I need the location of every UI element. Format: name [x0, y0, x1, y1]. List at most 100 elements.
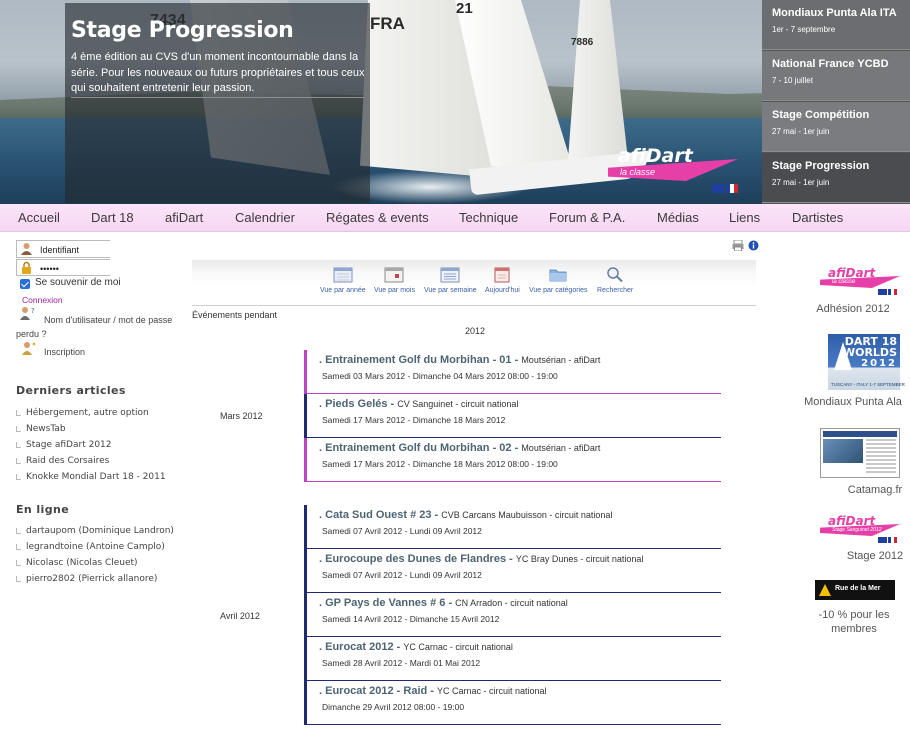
view-categories-button[interactable]: Vue par catégories: [529, 266, 588, 294]
month-label: Mars 2012: [220, 411, 263, 421]
featured-event-title: Stage Progression: [772, 160, 870, 172]
online-user[interactable]: dartaupom (Dominique Landron): [16, 523, 174, 539]
event-title[interactable]: Cata Sud Ouest # 23: [325, 509, 431, 521]
user-icon: [21, 243, 32, 255]
online-heading: En ligne: [16, 503, 70, 516]
event-location: CVB Carcans Maubuisson - circuit nationa…: [441, 510, 613, 520]
calendar-event[interactable]: . Entrainement Golf du Morbihan - 02 - M…: [304, 438, 721, 482]
featured-event-date: 27 mai - 1er juin: [772, 178, 830, 187]
eu-flag-icon: [878, 289, 887, 295]
event-title[interactable]: Eurocat 2012 - Raid: [325, 685, 427, 697]
calendar-event[interactable]: . Eurocat 2012 - YC Carnac - circuit nat…: [304, 637, 721, 681]
nav-calendrier[interactable]: Calendrier: [235, 210, 295, 225]
hero-divider: [71, 97, 364, 98]
folder-icon: [549, 269, 567, 282]
featured-event-title: Stage Compétition: [772, 109, 870, 121]
event-location: YC Bray Dunes - circuit national: [515, 554, 644, 564]
lock-icon: [22, 261, 31, 274]
stage-banner[interactable]: afiDart Stage Sanguinet 2012: [820, 514, 902, 544]
register-link[interactable]: Inscription: [44, 347, 85, 357]
flags: [878, 289, 897, 295]
event-date: Samedi 17 Mars 2012 - Dimanche 18 Mars 2…: [322, 415, 506, 425]
online-user[interactable]: Nicolasc (Nicolas Cleuet): [16, 555, 174, 571]
event-title[interactable]: GP Pays de Vannes # 6: [325, 597, 445, 609]
nav-forum[interactable]: Forum & P.A.: [549, 210, 625, 225]
event-title[interactable]: Entrainement Golf du Morbihan - 01: [325, 354, 511, 366]
event-title[interactable]: Entrainement Golf du Morbihan - 02: [325, 442, 511, 454]
featured-event[interactable]: Mondiaux Punta Ala ITA 1er - 7 septembre: [762, 0, 910, 50]
stage-caption[interactable]: Stage 2012: [820, 549, 910, 563]
worlds-banner[interactable]: DART 18 WORLDS 2012 TUSCANY - ITALY 1-7 …: [828, 334, 905, 390]
article-link[interactable]: Stage afiDart 2012: [16, 437, 166, 453]
forgot-credentials-link[interactable]: Nom d'utilisateur / mot de passe perdu ?: [16, 313, 176, 341]
article-link[interactable]: Knokke Mondial Dart 18 - 2011: [16, 469, 166, 485]
article-link[interactable]: NewsTab: [16, 421, 166, 437]
view-month-button[interactable]: Vue par mois: [374, 266, 415, 294]
search-button[interactable]: Rechercher: [597, 266, 633, 294]
view-year-button[interactable]: Vue par année: [320, 266, 366, 294]
nav-regates[interactable]: Régates & events: [326, 210, 429, 225]
calendar-event[interactable]: . Eurocoupe des Dunes de Flandres - YC B…: [304, 549, 721, 593]
today-button[interactable]: Aujourd'hui: [485, 266, 520, 294]
nav-medias[interactable]: Médias: [657, 210, 699, 225]
event-title[interactable]: Pieds Gelés: [325, 398, 387, 410]
password-input[interactable]: [40, 261, 110, 276]
catamag-caption[interactable]: Catamag.fr: [820, 483, 910, 497]
ruedelamer-banner[interactable]: Rue de la Mer: [815, 580, 895, 600]
hero-sail-right: [568, 0, 628, 160]
event-title[interactable]: Eurocoupe des Dunes de Flandres: [325, 553, 506, 565]
nav-afidart[interactable]: afiDart: [165, 210, 203, 225]
article-link[interactable]: Raid des Corsaires: [16, 453, 166, 469]
view-month-label: Vue par mois: [374, 287, 415, 294]
page-tools: [732, 240, 759, 251]
hero-title[interactable]: Stage Progression: [71, 18, 294, 43]
flags: [878, 537, 897, 543]
language-flags: [712, 184, 738, 193]
view-week-button[interactable]: Vue par semaine: [424, 266, 477, 294]
fr-flag-icon: [888, 289, 897, 295]
logo-word: afiDart: [618, 145, 693, 167]
sail-number: 21: [456, 0, 473, 17]
featured-event-date: 1er - 7 septembre: [772, 25, 836, 34]
online-user[interactable]: pierro2802 (Pierrick allanore): [16, 571, 174, 587]
nav-accueil[interactable]: Accueil: [18, 210, 60, 225]
event-title[interactable]: Eurocat 2012: [325, 641, 393, 653]
catamag-banner[interactable]: [820, 428, 900, 478]
featured-event[interactable]: National France YCBD 7 - 10 juillet: [762, 51, 910, 101]
fr-flag-icon[interactable]: [726, 184, 738, 193]
online-users-list: dartaupom (Dominique Landron) legrandtoi…: [16, 523, 174, 587]
eu-flag-icon[interactable]: [712, 184, 724, 193]
worlds-title: DART 18 WORLDS: [842, 335, 897, 359]
calendar-event[interactable]: . Pieds Gelés - CV Sanguinet - circuit n…: [304, 394, 721, 438]
catamag-thumbnail: [823, 439, 863, 463]
calendar-event[interactable]: . Eurocat 2012 - Raid - YC Carnac - circ…: [304, 681, 721, 725]
article-link[interactable]: Hébergement, autre option: [16, 405, 166, 421]
adhesion-caption[interactable]: Adhésion 2012: [798, 302, 908, 316]
login-link[interactable]: Connexion: [22, 295, 63, 305]
nav-technique[interactable]: Technique: [459, 210, 518, 225]
featured-event-active[interactable]: Stage Progression 27 mai - 1er juin: [762, 153, 910, 203]
featured-event[interactable]: Stage Compétition 27 mai - 1er juin: [762, 102, 910, 152]
month-label: Avril 2012: [220, 611, 260, 621]
calendar-event[interactable]: . GP Pays de Vannes # 6 - CN Arradon - c…: [304, 593, 721, 637]
calendar-event[interactable]: . Cata Sud Ouest # 23 - CVB Carcans Maub…: [304, 505, 721, 549]
year-label: 2012: [465, 326, 486, 336]
today-label: Aujourd'hui: [485, 287, 520, 294]
promo-caption[interactable]: -10 % pour les membres: [800, 608, 908, 636]
calendar-event[interactable]: . Entrainement Golf du Morbihan - 01 - M…: [304, 350, 721, 394]
online-user[interactable]: legrandtoine (Antoine Camplo): [16, 539, 174, 555]
print-icon[interactable]: [732, 240, 744, 251]
info-icon[interactable]: [748, 240, 759, 251]
nav-dart18[interactable]: Dart 18: [91, 210, 134, 225]
adhesion-banner[interactable]: afiDart la classe: [820, 266, 902, 296]
event-date: Samedi 28 Avril 2012 - Mardi 01 Mai 2012: [322, 658, 481, 668]
remember-label: Se souvenir de moi: [35, 277, 121, 288]
username-input[interactable]: [40, 242, 110, 257]
remember-checkbox[interactable]: [20, 279, 30, 289]
worlds-caption[interactable]: Mondiaux Punta Ala: [798, 395, 908, 409]
nav-dartistes[interactable]: Dartistes: [792, 210, 843, 225]
event-date: Samedi 17 Mars 2012 - Dimanche 18 Mars 2…: [322, 459, 558, 469]
nav-liens[interactable]: Liens: [729, 210, 760, 225]
logo-subtitle: la classe: [832, 279, 856, 285]
username-field: [16, 240, 110, 258]
